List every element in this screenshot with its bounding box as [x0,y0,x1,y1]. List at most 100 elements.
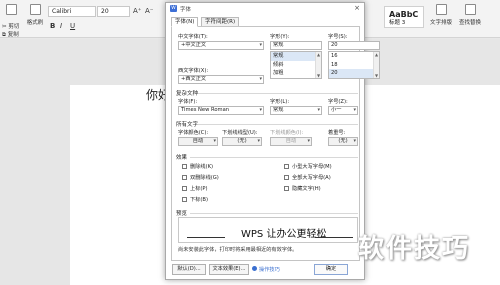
ok-button[interactable]: 确定 [314,264,348,275]
chinese-font-label: 中文字体(T): [178,34,208,40]
all-caps-checkbox[interactable]: 全部大写字母(A) [284,175,331,181]
complex-size-label: 字号(Z): [328,99,348,105]
chevron-down-icon: ▾ [353,107,356,113]
complex-font-select[interactable]: Times New Roman ▾ [178,106,264,115]
complex-font-label: 字体(F): [178,99,198,105]
italic-button[interactable]: I [60,22,62,30]
wps-logo-icon: W [170,5,177,12]
scroll-up-icon[interactable]: ▲ [316,52,321,57]
chevron-down-icon: ▾ [257,138,260,144]
complex-style-select[interactable]: 常规 ▾ [270,106,322,115]
underline-color-select: 自动 ▾ [270,137,312,146]
cut-button[interactable]: ✂ 剪切 [2,22,19,30]
font-size-input[interactable]: 20 [328,41,380,50]
divider [198,93,358,94]
divider [190,213,358,214]
paste-button[interactable] [2,4,20,18]
emphasis-select[interactable]: (无) ▾ [328,137,358,146]
font-size-label: 字号(S): [328,34,348,40]
checkbox-box[interactable] [182,186,187,191]
font-style-input[interactable]: 常规 [270,41,322,50]
scroll-down-icon[interactable]: ▼ [316,73,321,78]
chevron-down-icon: ▾ [317,107,320,113]
brush-icon [29,4,41,15]
font-style-list[interactable]: 常规 倾斜 加粗 ▲ ▼ [270,51,322,79]
dialog-titlebar[interactable]: W 字体 × [166,3,364,14]
complex-section-title: 复杂文种 [176,91,199,97]
underline-style-label: 下划线线型(U): [222,130,258,136]
tips-link[interactable]: 操作技巧 [252,266,280,273]
emphasis-label: 着重号: [328,130,346,136]
list-item[interactable]: 加粗 [271,69,321,78]
scrollbar[interactable]: ▲ ▼ [373,52,379,78]
chinese-font-select[interactable]: +中文正文 ▾ [178,41,264,50]
superscript-checkbox[interactable]: 上标(P) [182,186,208,192]
list-item[interactable]: 倾斜 [271,61,321,70]
find-icon [464,4,476,15]
western-font-label: 西文字体(X): [178,68,209,74]
divider [198,124,358,125]
chevron-down-icon: ▾ [213,138,216,144]
subscript-checkbox[interactable]: 下标(B) [182,197,208,203]
checkbox-box[interactable] [284,186,289,191]
preview-box: WPS 让办公更轻松 [178,217,358,243]
complex-style-label: 字形(L): [270,99,290,105]
scrollbar[interactable]: ▲ ▼ [315,52,321,78]
preview-baseline [187,237,225,238]
checkbox-box[interactable] [182,175,187,180]
list-item[interactable]: 常规 [271,52,321,61]
font-name-select[interactable]: Calibri [48,6,96,17]
complex-size-select[interactable]: 小一 ▾ [328,106,358,115]
tips-icon [252,266,257,271]
font-color-label: 字体颜色(C): [178,130,209,136]
paste-icon [5,4,17,15]
find-replace-button[interactable]: 查找替换 [458,4,482,26]
watermark-text: 软件技巧 [358,234,471,264]
strikethrough-checkbox[interactable]: 删除线(K) [182,164,213,170]
hidden-text-checkbox[interactable]: 隐藏文字(H) [284,186,321,192]
double-strikethrough-checkbox[interactable]: 双删除线(G) [182,175,219,181]
chevron-down-icon: ▾ [259,42,262,48]
font-size-list[interactable]: 16 18 20 ▲ ▼ [328,51,380,79]
format-painter-button[interactable]: 格式刷 [26,4,44,26]
font-style-label: 字形(Y): [270,34,290,40]
bold-button[interactable]: B [50,22,55,30]
style-gallery-item[interactable]: AaBbC 标题 3 [384,6,424,28]
text-layout-button[interactable]: 文字排版 [430,4,452,26]
text-layout-icon [435,4,447,15]
list-item[interactable]: 20 [329,69,379,78]
tab-font[interactable]: 字体(N) [171,17,199,27]
chevron-down-icon: ▾ [353,138,356,144]
underline-button[interactable]: U [70,22,75,30]
preview-section-title: 预览 [176,211,188,217]
list-item[interactable]: 16 [329,52,379,61]
checkbox-box[interactable] [182,197,187,202]
preview-note: 尚未安装此字体，打印时将采用最相近的有效字体。 [178,247,298,253]
font-size-select[interactable]: 20 [97,6,130,17]
font-tab-panel: 中文字体(T): +中文正文 ▾ 字形(Y): 常规 常规 倾斜 加粗 ▲ ▼ 字号… [171,26,380,261]
effects-section-title: 效果 [176,155,188,161]
text-effects-button[interactable]: 文本效果(E)... [209,264,249,275]
divider [190,157,358,158]
underline-color-label: 下划线颜色(I): [270,130,304,136]
close-icon[interactable]: × [354,4,360,12]
preview-text: WPS 让办公更轻松 [241,229,327,240]
checkbox-box[interactable] [182,164,187,169]
scroll-up-icon[interactable]: ▲ [374,52,379,57]
default-button[interactable]: 默认(D)... [172,264,206,275]
font-color-select[interactable]: 自动 ▾ [178,137,218,146]
checkbox-box[interactable] [284,164,289,169]
scroll-down-icon[interactable]: ▼ [374,73,379,78]
grow-font-button[interactable]: A⁺ [133,7,141,15]
chevron-down-icon: ▾ [307,138,310,144]
checkbox-box[interactable] [284,175,289,180]
chevron-down-icon: ▾ [259,107,262,113]
underline-style-select[interactable]: (无) ▾ [222,137,262,146]
chevron-down-icon: ▾ [259,76,262,82]
list-item[interactable]: 18 [329,61,379,70]
shrink-font-button[interactable]: A⁻ [145,7,153,15]
small-caps-checkbox[interactable]: 小型大写字母(M) [284,164,332,170]
copy-button[interactable]: ⧉ 复制 [2,30,19,39]
western-font-select[interactable]: +西文正文 ▾ [178,75,264,84]
preview-baseline [315,237,353,238]
